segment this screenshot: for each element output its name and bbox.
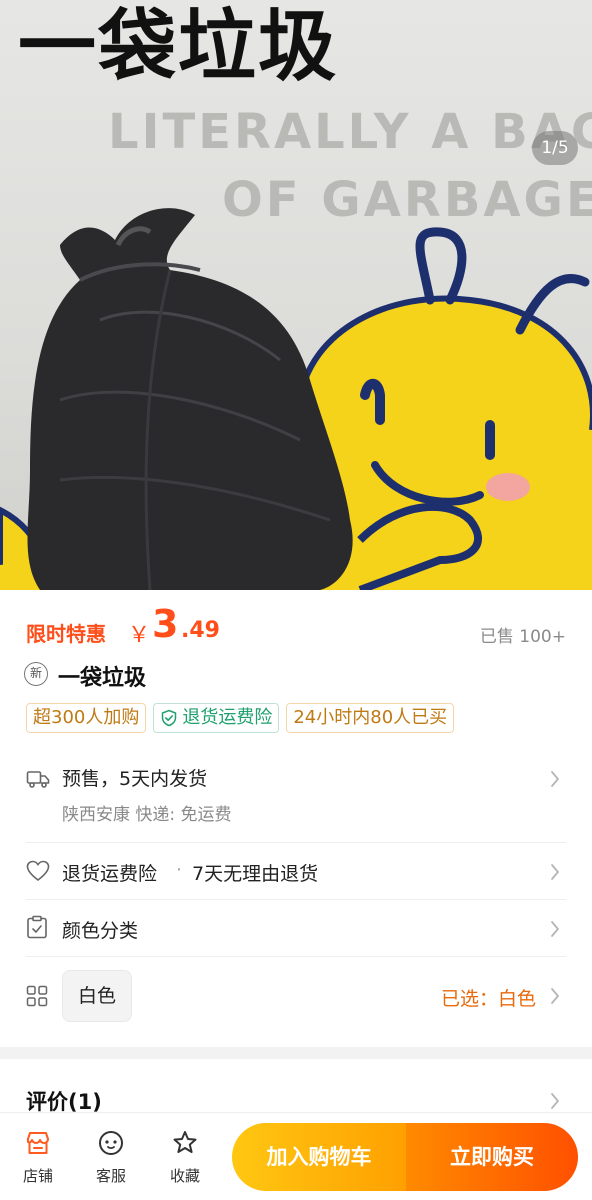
guarantee-main-text: 退货运费险 [62,863,158,885]
tag-label: 24小时内80人已买 [293,707,448,728]
chevron-right-icon [551,771,559,787]
hero-title-text: 一袋垃圾 [18,2,339,92]
color-category-row[interactable]: 颜色分类 [0,900,592,956]
selected-variant-text: 已选：白色 [440,988,536,1010]
heart-icon [26,860,50,882]
shield-check-icon [162,709,177,727]
favorite-label: 收藏 [169,1167,200,1185]
chevron-right-icon [551,1093,559,1109]
customer-service-label: 客服 [95,1167,126,1185]
buy-now-button[interactable]: 立即购买 [406,1123,578,1191]
truck-icon [26,771,50,788]
guarantee-detail-text: 7天无理由退货 [192,863,319,885]
color-option-white[interactable]: 白色 [62,970,132,1022]
sold-count: 已售 100+ [479,627,566,647]
price-row: 限时特惠 ￥ 3 .49 已售 100+ [0,600,592,656]
price-decimal: .49 [181,618,220,643]
bottom-action-bar: 店铺 客服 收藏 加入购物车 立即购买 [0,1112,592,1200]
chevron-right-icon [551,921,559,937]
guarantee-row[interactable]: 退货运费险 · 7天无理由退货 [0,843,592,899]
hero-subtitle-line2: OF GARBAGE [222,172,592,228]
price-integer: 3 [152,602,179,646]
tag-return-insurance: 退货运费险 [153,703,280,733]
customer-service-button[interactable]: 客服 [86,1129,136,1186]
star-icon [173,1131,197,1153]
tag-label: 退货运费险 [182,707,273,728]
color-category-label: 颜色分类 [62,920,139,942]
shipping-main-text: 预售，5天内发货 [62,768,208,790]
tag-label: 超300人加购 [33,707,140,728]
currency-symbol: ￥ [128,623,151,648]
hero-subtitle-line1: LITERALLY A BAG [108,104,592,160]
shop-icon [27,1132,49,1154]
clipboard-check-icon [27,915,47,939]
customer-service-icon [99,1131,123,1155]
shipping-sub-text: 陕西安康 快递: 免运费 [62,805,232,825]
promo-label: 限时特惠 [26,622,106,646]
tag-recent-buyers: 24小时内80人已买 [286,703,455,733]
favorite-button[interactable]: 收藏 [160,1129,210,1186]
add-to-cart-button[interactable]: 加入购物车 [232,1123,406,1191]
image-page-indicator: 1/5 [532,131,578,165]
shipping-row[interactable]: 预售，5天内发货 陕西安康 快递: 免运费 [0,756,592,840]
section-separator [0,1047,592,1059]
shop-label: 店铺 [22,1167,53,1185]
chevron-right-icon [551,988,559,1004]
product-title: 一袋垃圾 [58,666,147,691]
shop-button[interactable]: 店铺 [13,1129,63,1186]
chevron-right-icon [551,864,559,880]
product-image-carousel[interactable]: 一袋垃圾 LITERALLY A BAG OF GARBAGE 1/5 [0,0,592,590]
tag-add-to-cart-count: 超300人加购 [26,703,147,733]
guarantee-separator: · [176,859,183,881]
grid-icon [26,985,48,1007]
new-badge-icon: 新 [24,662,48,686]
product-tags: 超300人加购 退货运费险 24小时内80人已买 [26,703,455,733]
